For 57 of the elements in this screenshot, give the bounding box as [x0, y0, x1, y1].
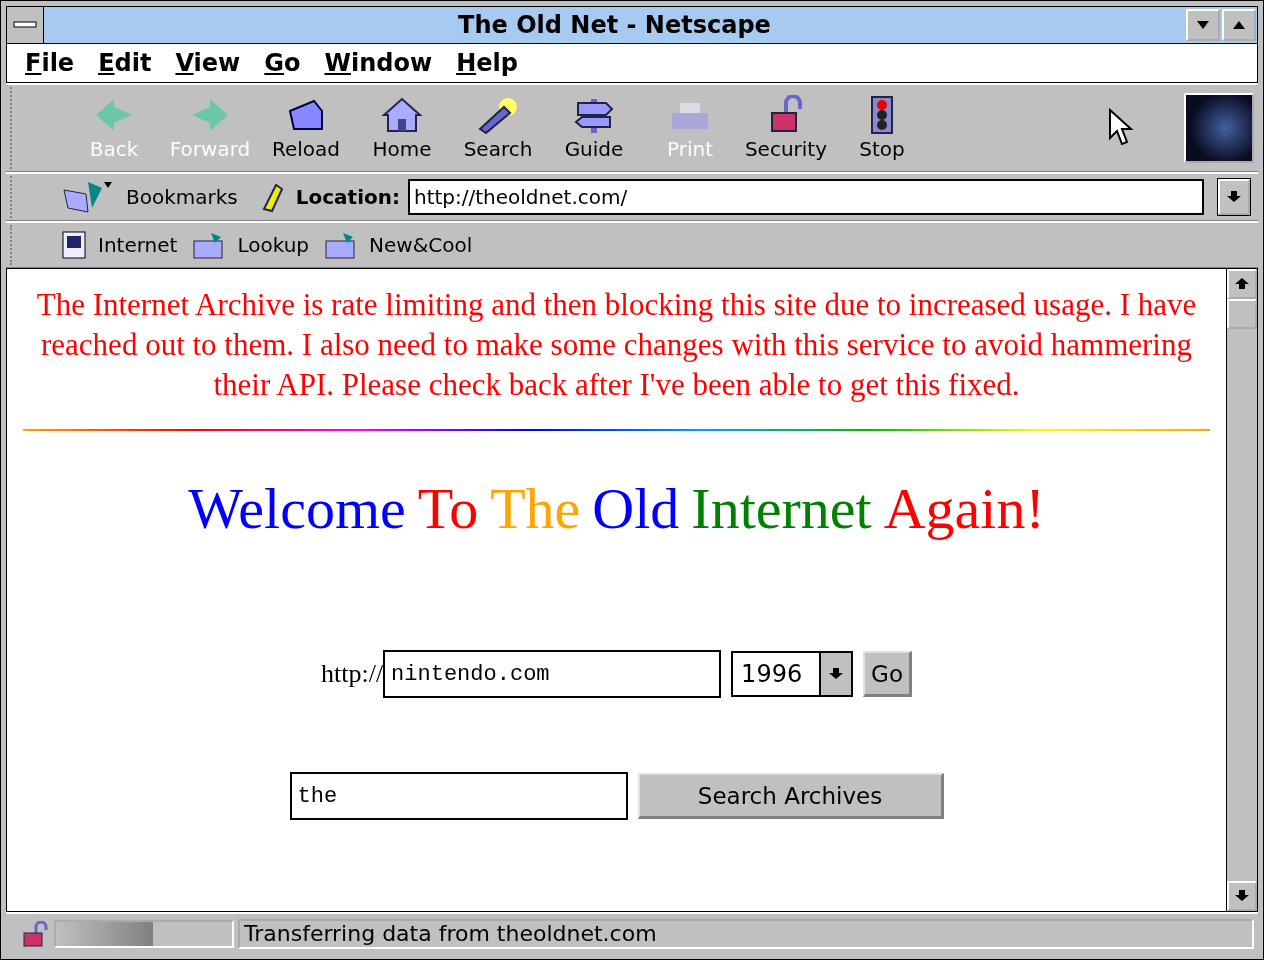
bookmark-folder-icon [62, 180, 114, 214]
menu-item[interactable]: Help [448, 49, 534, 77]
bookmark-button[interactable]: New&Cool [319, 231, 483, 259]
vertical-scrollbar[interactable] [1226, 269, 1257, 911]
down-arrow-icon [1235, 890, 1249, 902]
house-icon [380, 95, 424, 135]
go-button[interactable]: Go [863, 651, 912, 697]
padlock-icon [20, 921, 50, 947]
logo-icon [1184, 93, 1254, 163]
status-text: Transferring data from theoldnet.com [238, 919, 1254, 949]
heading-word: Again! [883, 475, 1045, 542]
location-label: Location: [295, 185, 400, 209]
toolbar-button[interactable]: Home [354, 95, 450, 161]
bookmark-button[interactable]: Internet [56, 231, 188, 259]
down-arrow-icon [1227, 191, 1241, 203]
url-prefix: http:// [321, 659, 384, 689]
folder-icon [325, 231, 358, 259]
toolbar-button[interactable]: Reload [258, 95, 354, 161]
menu-item[interactable]: Window [316, 49, 449, 77]
down-triangle-icon [1196, 19, 1210, 31]
toolbar-button[interactable]: Security [738, 95, 834, 161]
menu-item[interactable]: View [167, 49, 257, 77]
menu-item[interactable]: Edit [90, 49, 168, 77]
minimize-button[interactable] [1186, 9, 1220, 41]
heading-word: Internet [691, 475, 872, 542]
menu-item[interactable]: Go [256, 49, 317, 77]
scroll-up-button[interactable] [1227, 269, 1257, 299]
toolbar-button[interactable]: Guide [546, 95, 642, 161]
system-menu-icon [13, 21, 37, 29]
heading-word: The [490, 475, 581, 542]
heading-word: To [417, 475, 479, 542]
location-field[interactable]: http://theoldnet.com/ [408, 179, 1204, 215]
heading-word: Old [592, 475, 680, 542]
maximize-button[interactable] [1222, 9, 1256, 41]
bookmarks-button[interactable]: Bookmarks [56, 180, 248, 214]
scroll-thumb[interactable] [1227, 299, 1257, 329]
window-title: The Old Net - Netscape [457, 10, 772, 41]
mouse-pointer-icon [1108, 108, 1134, 148]
bookmark-button[interactable]: Lookup [187, 231, 320, 259]
scroll-down-button[interactable] [1227, 881, 1257, 911]
up-arrow-icon [1235, 278, 1249, 290]
folder-icon [193, 231, 226, 259]
menu-item[interactable]: File [17, 49, 91, 77]
url-field[interactable]: nintendo.com [383, 650, 722, 698]
search-archives-button[interactable]: Search Archives [637, 773, 944, 819]
system-menu-button[interactable] [7, 7, 44, 43]
dropdown-button[interactable] [1218, 179, 1250, 215]
document-icon [62, 231, 86, 259]
up-triangle-icon [1232, 19, 1246, 31]
flashlight-icon [476, 95, 520, 135]
search-field[interactable]: the [289, 772, 628, 820]
toolbar-button[interactable]: Stop [834, 95, 930, 161]
heading-word: Welcome [188, 475, 406, 542]
notice-text: The Internet Archive is rate limiting and then blocking this site due to increased usage. I have reached out to them. I also need to make some changes with this service to avoid hammering their API. Please check back after I've been able to get this fixed. [35, 286, 1198, 404]
down-arrow-icon [829, 668, 844, 680]
toolbar-button[interactable]: Search [450, 95, 546, 161]
year-select[interactable]: 1996 [731, 651, 854, 697]
